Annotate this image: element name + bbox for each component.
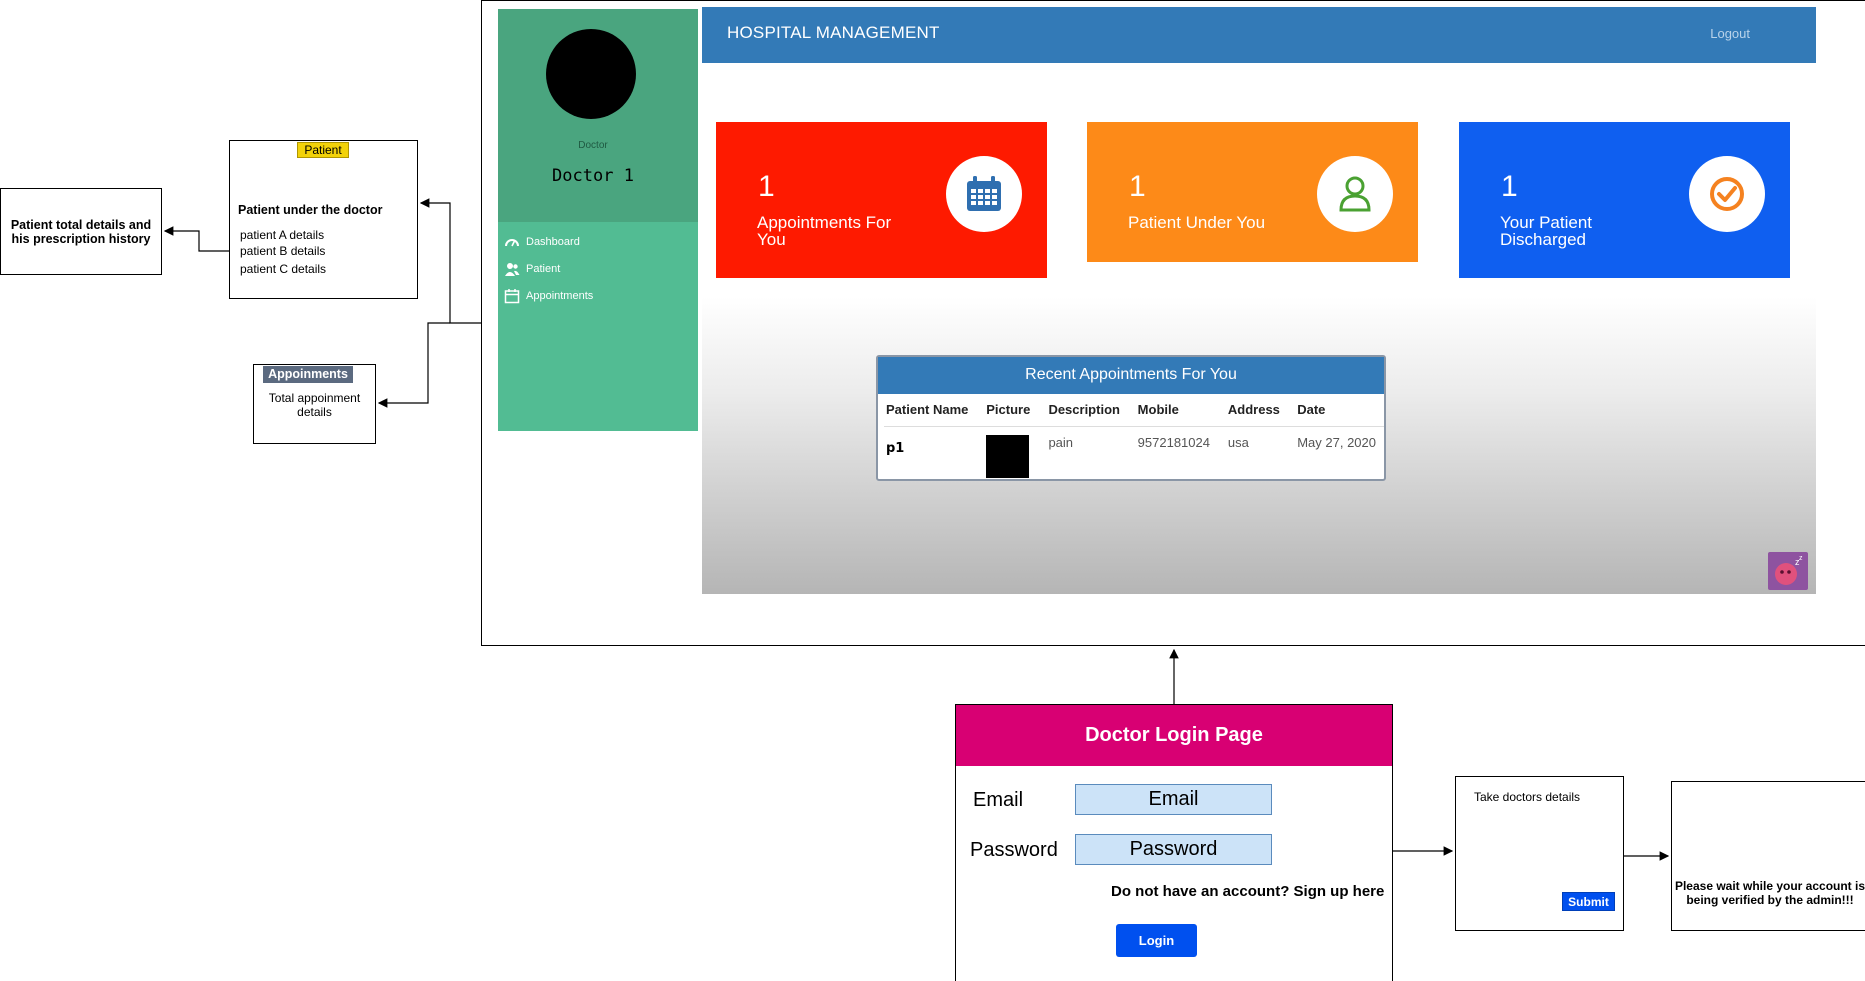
discharged-card-label: Your Patient Discharged bbox=[1500, 213, 1592, 249]
submit-button[interactable]: Submit bbox=[1562, 892, 1615, 911]
sleep-icon[interactable]: z z bbox=[1768, 552, 1808, 590]
discharged-count: 1 bbox=[1501, 170, 1518, 203]
connector-frame-to-appoint bbox=[377, 322, 450, 408]
col-description: Description bbox=[1046, 397, 1136, 427]
sidebar-item-label: Dashboard bbox=[526, 236, 580, 248]
login-button[interactable]: Login bbox=[1116, 924, 1197, 957]
cell-address: usa bbox=[1227, 435, 1249, 450]
sidebar-item-label: Appointments bbox=[526, 290, 594, 302]
email-label: Email bbox=[973, 789, 1024, 811]
col-patient-name: Patient Name bbox=[884, 397, 985, 427]
patients-card-label: Patient Under You bbox=[1128, 213, 1266, 232]
password-label: Password bbox=[970, 839, 1058, 861]
cell-mobile: 9572181024 bbox=[1137, 435, 1210, 450]
cell-date: May 27, 2020 bbox=[1297, 435, 1376, 450]
svg-text:z: z bbox=[1799, 555, 1803, 562]
prescription-history-text: Patient total details and his prescripti… bbox=[10, 217, 152, 246]
patient-picture bbox=[986, 435, 1030, 478]
col-mobile: Mobile bbox=[1135, 397, 1226, 427]
appointments-details-text: Total appoinment details bbox=[268, 391, 361, 419]
appointments-tag: Appoinments bbox=[263, 366, 353, 383]
calendar-icon bbox=[504, 289, 520, 304]
sidebar-item-dashboard[interactable]: Dashboard bbox=[504, 234, 580, 250]
prescription-history-box: Patient total details and his prescripti… bbox=[0, 188, 162, 275]
patient-tag: Patient bbox=[297, 142, 349, 158]
patients-card[interactable]: 1 Patient Under You bbox=[1087, 122, 1418, 262]
calendar-icon bbox=[946, 156, 1022, 232]
recent-appointments-table: Patient Name Picture Description Mobile … bbox=[884, 397, 1384, 482]
login-title: Doctor Login Page bbox=[956, 705, 1392, 766]
col-address: Address bbox=[1225, 397, 1296, 427]
email-field[interactable]: Email bbox=[1075, 784, 1272, 815]
doctor-name: Doctor 1 bbox=[552, 166, 634, 186]
verification-wait-box: Please wait while your account is being … bbox=[1671, 781, 1865, 931]
discharged-card[interactable]: 1 Your Patient Discharged bbox=[1459, 122, 1790, 278]
col-picture: Picture bbox=[984, 397, 1047, 427]
sidebar-item-appointments[interactable]: Appointments bbox=[504, 288, 593, 304]
appointments-count: 1 bbox=[758, 170, 775, 203]
signup-link[interactable]: Do not have an account? Sign up here bbox=[1111, 883, 1384, 900]
col-date: Date bbox=[1295, 397, 1384, 427]
check-circle-icon bbox=[1689, 156, 1765, 232]
sidebar: Doctor Doctor 1 Dashboard Patient Appoin… bbox=[498, 9, 698, 431]
doctor-details-text: Take doctors details bbox=[1474, 790, 1581, 804]
recent-appointments-panel: Recent Appointments For You Patient Name… bbox=[876, 355, 1386, 481]
sidebar-item-patient[interactable]: Patient bbox=[504, 261, 560, 277]
recent-appointments-title: Recent Appointments For You bbox=[878, 357, 1384, 394]
patients-count: 1 bbox=[1129, 170, 1146, 203]
patient-b-details: patient B details bbox=[240, 244, 326, 258]
patient-a-details: patient A details bbox=[240, 228, 325, 242]
users-icon bbox=[505, 263, 520, 276]
doctor-role: Doctor bbox=[578, 140, 608, 151]
doctor-details-box: Take doctors details Submit bbox=[1455, 776, 1624, 931]
table-header-row: Patient Name Picture Description Mobile … bbox=[884, 397, 1384, 427]
table-row[interactable]: p1 pain 9572181024 usa May 27, 2020 bbox=[884, 427, 1384, 483]
patient-under-doctor-box: Patient Patient under the doctor patient… bbox=[229, 140, 418, 299]
appointments-card[interactable]: 1 Appointments For You bbox=[716, 122, 1047, 278]
gauge-icon bbox=[505, 239, 519, 247]
logout-link[interactable]: Logout bbox=[1710, 26, 1750, 41]
connector-frame-to-patient bbox=[419, 198, 481, 324]
verification-wait-text: Please wait while your account is being … bbox=[1674, 879, 1865, 907]
cell-patient-name: p1 bbox=[886, 441, 905, 456]
patient-c-details: patient C details bbox=[240, 262, 327, 276]
app-title: HOSPITAL MANAGEMENT bbox=[727, 23, 940, 42]
user-icon bbox=[1317, 156, 1393, 232]
appointments-box: Appoinments Total appoinment details bbox=[253, 364, 376, 444]
cell-description: pain bbox=[1048, 435, 1074, 450]
sidebar-item-label: Patient bbox=[526, 263, 561, 275]
cell-picture bbox=[984, 427, 1046, 483]
password-field[interactable]: Password bbox=[1075, 834, 1272, 865]
appointments-card-label: Appointments For You bbox=[757, 213, 892, 249]
avatar bbox=[546, 29, 636, 119]
doctor-login-box: Doctor Login Page Email Email Password P… bbox=[955, 704, 1393, 981]
patient-heading: Patient under the doctor bbox=[238, 203, 383, 217]
app-header: HOSPITAL MANAGEMENT Logout bbox=[702, 7, 1816, 63]
